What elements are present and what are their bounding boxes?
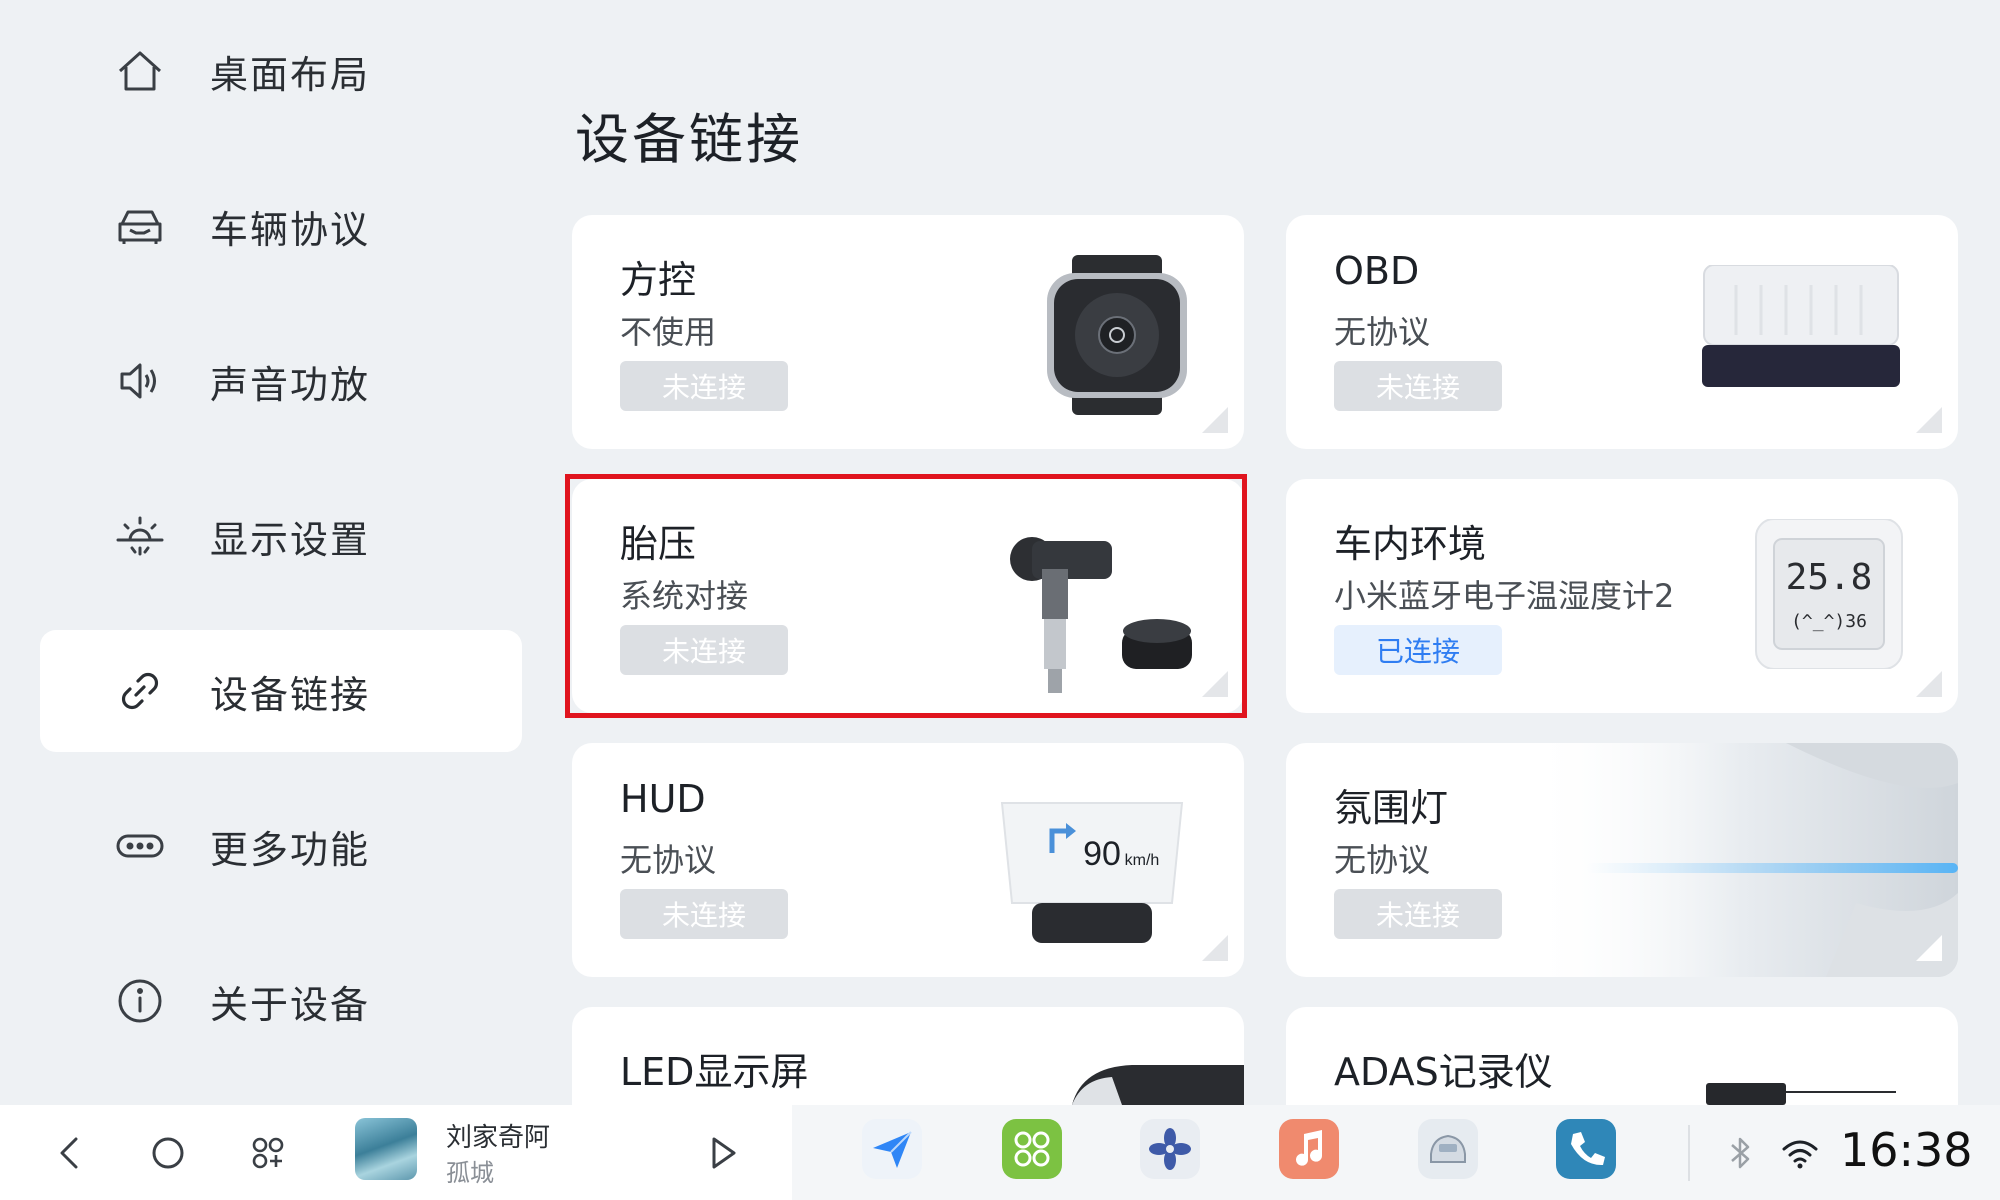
device-card-hud[interactable]: HUD 无协议 未连接 90 km/h bbox=[572, 743, 1244, 977]
taskbar-divider bbox=[1688, 1125, 1690, 1181]
status-badge: 未连接 bbox=[620, 889, 788, 939]
corner-expand-icon bbox=[1916, 935, 1942, 961]
status-badge: 未连接 bbox=[620, 361, 788, 411]
taskbar: 刘家奇阿 孤城 16:38 bbox=[0, 1105, 2000, 1200]
speaker-icon bbox=[114, 355, 166, 407]
led-display-image bbox=[1072, 1065, 1244, 1105]
hud-unit-text: km/h bbox=[1125, 852, 1160, 869]
sidebar-item-label: 设备链接 bbox=[210, 672, 371, 717]
song-artist: 孤城 bbox=[446, 1159, 494, 1187]
card-title: HUD bbox=[620, 777, 706, 821]
device-card-ambient-light[interactable]: 氛围灯 无协议 未连接 bbox=[1286, 743, 1958, 977]
sidebar-item-label: 车辆协议 bbox=[210, 207, 371, 252]
thermometer-image: 25.8 (^_^)36 bbox=[1755, 519, 1903, 669]
status-badge: 未连接 bbox=[1334, 889, 1502, 939]
card-title: 方控 bbox=[620, 258, 697, 302]
sidebar-item-vehicle-protocol[interactable]: 车辆协议 bbox=[40, 165, 522, 287]
device-card-tire-pressure[interactable]: 胎压 系统对接 未连接 bbox=[572, 479, 1244, 713]
more-icon bbox=[114, 820, 166, 872]
car-icon bbox=[114, 200, 166, 252]
sidebar-item-display-settings[interactable]: 显示设置 bbox=[40, 475, 522, 597]
card-title: ADAS记录仪 bbox=[1334, 1050, 1553, 1094]
corner-expand-icon bbox=[1916, 407, 1942, 433]
thermometer-temp-text: 25.8 bbox=[1786, 557, 1873, 598]
card-subtitle: 系统对接 bbox=[620, 577, 749, 615]
sidebar-item-more-features[interactable]: 更多功能 bbox=[40, 785, 522, 907]
card-subtitle: 无协议 bbox=[1334, 841, 1431, 879]
device-card-adas-recorder[interactable]: ADAS记录仪 bbox=[1286, 1007, 1958, 1105]
wifi-icon bbox=[1782, 1140, 1818, 1169]
app-grid-icon[interactable] bbox=[242, 1127, 294, 1179]
link-icon bbox=[114, 665, 166, 717]
home-icon bbox=[114, 45, 166, 97]
ambient-light-image bbox=[1526, 743, 1958, 977]
sidebar-item-desktop-layout[interactable]: 桌面布局 bbox=[40, 10, 522, 132]
info-icon bbox=[114, 975, 166, 1027]
play-icon[interactable] bbox=[696, 1127, 748, 1179]
status-badge: 未连接 bbox=[620, 625, 788, 675]
adas-recorder-image bbox=[1706, 1083, 1896, 1105]
sidebar: 桌面布局 车辆协议 声音功放 显示设置 设备链接 更多功能 关于设备 bbox=[0, 0, 560, 1105]
thermometer-humidity-text: (^_^)36 bbox=[1791, 611, 1867, 632]
fan-app-icon[interactable] bbox=[1140, 1119, 1200, 1179]
home-button-icon[interactable] bbox=[142, 1127, 194, 1179]
phone-app-icon[interactable] bbox=[1556, 1119, 1616, 1179]
corner-expand-icon bbox=[1202, 671, 1228, 697]
corner-expand-icon bbox=[1202, 407, 1228, 433]
brightness-icon bbox=[114, 510, 166, 562]
hud-image: 90 km/h bbox=[1000, 802, 1184, 943]
card-subtitle: 不使用 bbox=[620, 313, 717, 351]
card-title: LED显示屏 bbox=[620, 1050, 809, 1094]
device-card-cabin-environment[interactable]: 车内环境 小米蓝牙电子温湿度计2 已连接 25.8 (^_^)36 bbox=[1286, 479, 1958, 713]
status-badge: 已连接 bbox=[1334, 625, 1502, 675]
media-bar: 刘家奇阿 孤城 bbox=[0, 1105, 792, 1200]
sidebar-item-label: 桌面布局 bbox=[210, 52, 371, 97]
card-title: 氛围灯 bbox=[1334, 786, 1449, 830]
back-icon[interactable] bbox=[44, 1127, 96, 1179]
page-title: 设备链接 bbox=[575, 108, 803, 171]
card-subtitle: 无协议 bbox=[1334, 313, 1431, 351]
sidebar-item-label: 更多功能 bbox=[210, 827, 371, 872]
bluetooth-icon bbox=[1731, 1137, 1750, 1169]
card-title: OBD bbox=[1334, 249, 1420, 293]
card-subtitle: 小米蓝牙电子温湿度计2 bbox=[1334, 577, 1675, 615]
corner-expand-icon bbox=[1202, 935, 1228, 961]
sidebar-item-sound-amp[interactable]: 声音功放 bbox=[40, 320, 522, 442]
song-title: 刘家奇阿 bbox=[446, 1123, 551, 1153]
sidebar-item-label: 关于设备 bbox=[210, 982, 371, 1027]
device-card-obd[interactable]: OBD 无协议 未连接 bbox=[1286, 215, 1958, 449]
device-card-led-display[interactable]: LED显示屏 bbox=[572, 1007, 1244, 1105]
status-badge: 未连接 bbox=[1334, 361, 1502, 411]
corner-expand-icon bbox=[1916, 671, 1942, 697]
card-title: 胎压 bbox=[620, 522, 697, 566]
sidebar-item-label: 显示设置 bbox=[210, 517, 371, 562]
clock: 16:38 bbox=[1840, 1123, 1973, 1177]
hud-speed-text: 90 bbox=[1083, 835, 1121, 873]
card-subtitle: 无协议 bbox=[620, 841, 717, 879]
car-app-icon[interactable] bbox=[1418, 1119, 1478, 1179]
device-card-steering-control[interactable]: 方控 不使用 未连接 bbox=[572, 215, 1244, 449]
album-art[interactable] bbox=[355, 1118, 417, 1180]
sidebar-item-label: 声音功放 bbox=[210, 362, 371, 407]
tire-pressure-sensor-image bbox=[1010, 537, 1192, 693]
navigation-app-icon[interactable] bbox=[862, 1119, 922, 1179]
steering-remote-image bbox=[1047, 255, 1187, 415]
sidebar-item-about-device[interactable]: 关于设备 bbox=[40, 940, 522, 1062]
card-title: 车内环境 bbox=[1334, 522, 1487, 566]
sidebar-item-device-link[interactable]: 设备链接 bbox=[40, 630, 522, 752]
apps-app-icon[interactable] bbox=[1002, 1119, 1062, 1179]
music-app-icon[interactable] bbox=[1279, 1119, 1339, 1179]
obd-adapter-image bbox=[1702, 265, 1900, 387]
